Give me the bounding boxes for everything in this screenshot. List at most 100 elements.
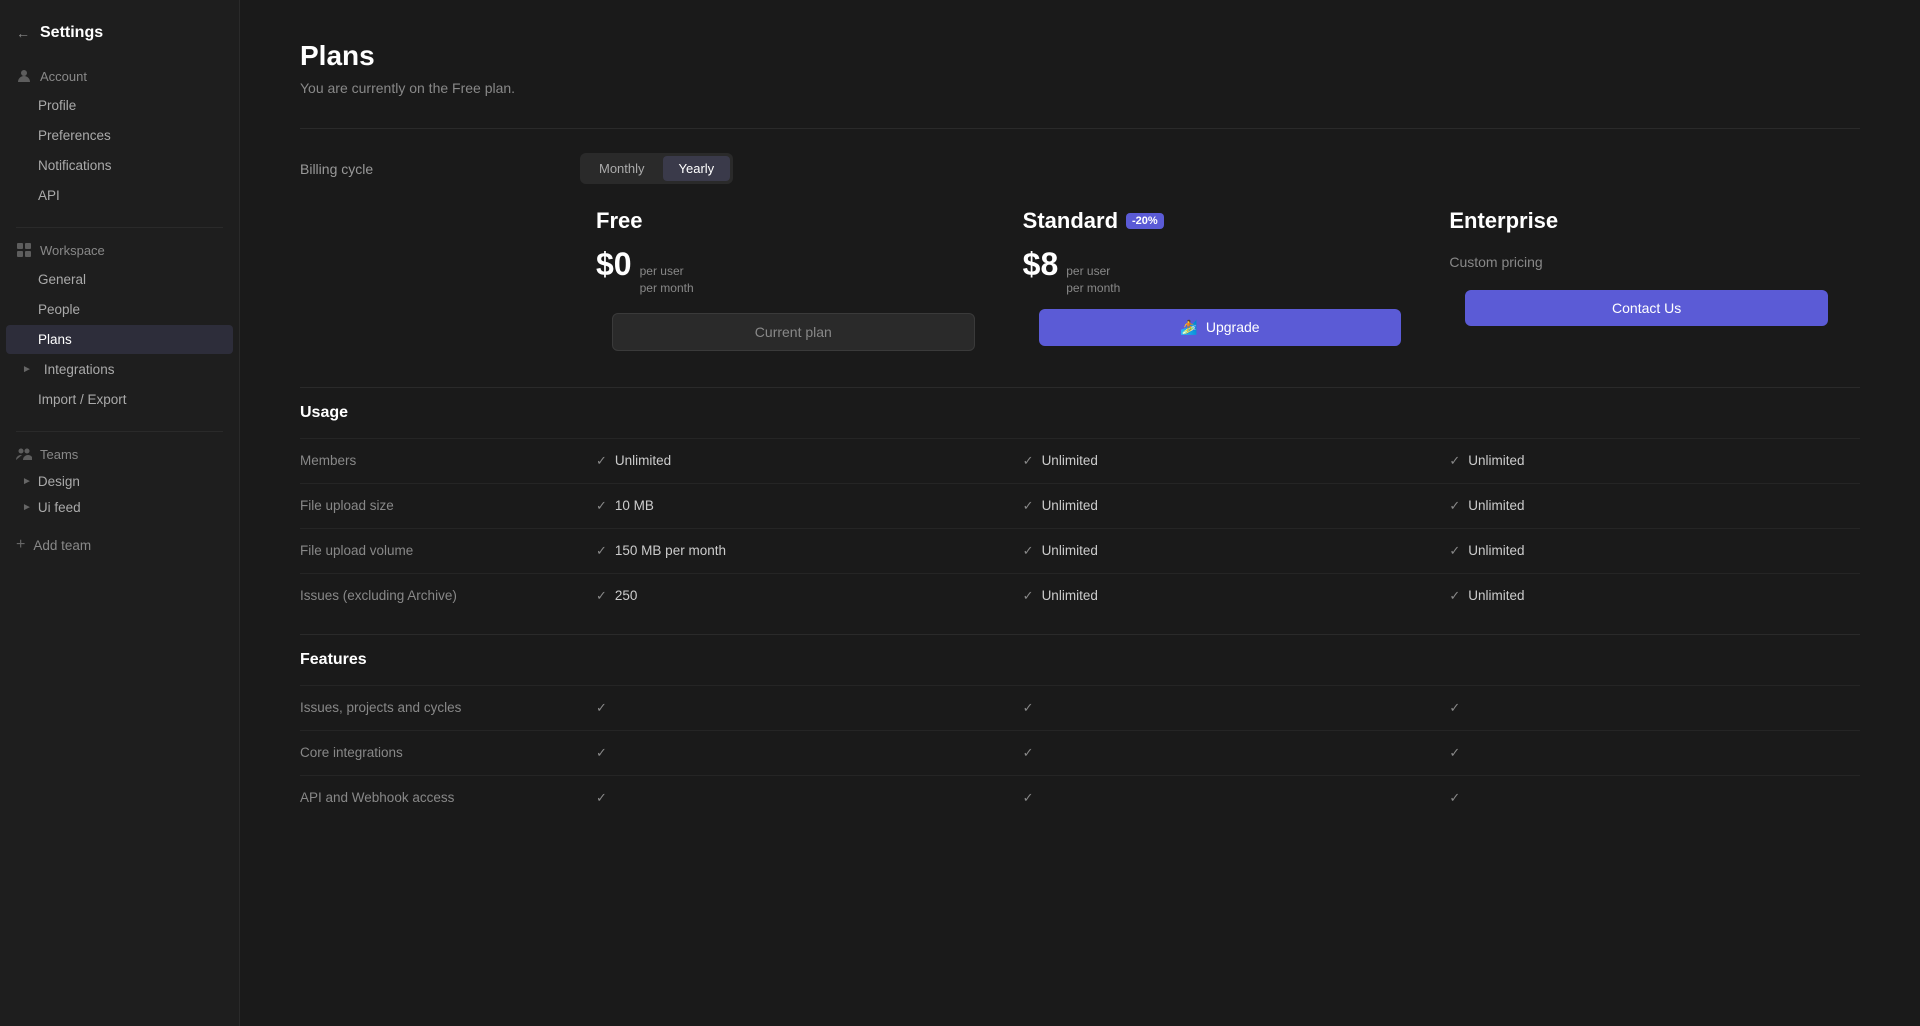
top-divider xyxy=(300,128,1860,129)
check-icon: ✓ xyxy=(1023,588,1034,604)
account-icon xyxy=(16,68,32,84)
file-upload-size-standard: ✓ Unlimited xyxy=(1007,484,1434,528)
sidebar-header: ← Settings xyxy=(0,16,239,62)
design-arrow: ► xyxy=(22,476,32,487)
sidebar-item-ui-feed[interactable]: ► Ui feed xyxy=(6,495,233,520)
teams-section: Teams ► Design ► Ui feed xyxy=(0,440,239,521)
sidebar-item-plans[interactable]: Plans xyxy=(6,325,233,354)
usage-section-header: Usage xyxy=(300,387,1860,438)
issues-projects-standard: ✓ xyxy=(1007,686,1434,730)
workspace-label: Workspace xyxy=(40,243,105,258)
current-plan-button[interactable]: Current plan xyxy=(612,313,975,351)
standard-plan-price: $8 per user per month xyxy=(1023,246,1418,297)
workspace-section-header: Workspace xyxy=(0,236,239,264)
members-enterprise-value: ✓ Unlimited xyxy=(1433,439,1860,483)
notifications-label: Notifications xyxy=(38,158,112,173)
api-webhook-free: ✓ xyxy=(580,776,1007,820)
enterprise-plan-name: Enterprise xyxy=(1449,208,1844,234)
sidebar-item-notifications[interactable]: Notifications xyxy=(6,151,233,180)
check-icon: ✓ xyxy=(596,543,607,559)
page-title: Plans xyxy=(300,40,1860,72)
design-label: Design xyxy=(38,474,80,489)
sidebar-item-general[interactable]: General xyxy=(6,265,233,294)
general-label: General xyxy=(38,272,86,287)
issues-standard: ✓ Unlimited xyxy=(1007,574,1434,618)
members-standard-value: ✓ Unlimited xyxy=(1007,439,1434,483)
custom-pricing: Custom pricing xyxy=(1449,246,1844,270)
upgrade-button[interactable]: 🏄 Upgrade xyxy=(1039,309,1402,346)
feature-row-file-upload-volume: File upload volume ✓ 150 MB per month ✓ … xyxy=(300,528,1860,573)
main-content: Plans You are currently on the Free plan… xyxy=(240,0,1920,1026)
check-icon: ✓ xyxy=(596,745,607,761)
account-section-header: Account xyxy=(0,62,239,90)
sidebar-item-preferences[interactable]: Preferences xyxy=(6,121,233,150)
teams-icon xyxy=(16,446,32,462)
check-icon: ✓ xyxy=(1449,700,1460,716)
features-label: Features xyxy=(300,635,580,685)
api-webhook-standard: ✓ xyxy=(1007,776,1434,820)
sidebar-item-profile[interactable]: Profile xyxy=(6,91,233,120)
issues-projects-free: ✓ xyxy=(580,686,1007,730)
ui-feed-arrow: ► xyxy=(22,502,32,513)
teams-label: Teams xyxy=(40,447,78,462)
contact-us-button[interactable]: Contact Us xyxy=(1465,290,1828,326)
sidebar-item-integrations[interactable]: ► Integrations xyxy=(6,355,233,384)
check-icon: ✓ xyxy=(1023,543,1034,559)
check-icon: ✓ xyxy=(1449,543,1460,559)
add-team-button[interactable]: + Add team xyxy=(0,529,239,561)
feature-name-members: Members xyxy=(300,439,580,482)
file-upload-size-free: ✓ 10 MB xyxy=(580,484,1007,528)
check-icon: ✓ xyxy=(596,700,607,716)
feature-row-issues-projects: Issues, projects and cycles ✓ ✓ ✓ xyxy=(300,685,1860,730)
billing-label: Billing cycle xyxy=(300,161,580,177)
add-team-label: Add team xyxy=(33,538,91,553)
monthly-btn[interactable]: Monthly xyxy=(583,156,661,181)
integrations-label: Integrations xyxy=(44,362,115,377)
usage-label: Usage xyxy=(300,388,580,438)
free-plan-name: Free xyxy=(596,208,991,234)
file-upload-volume-free: ✓ 150 MB per month xyxy=(580,529,1007,573)
check-icon: ✓ xyxy=(596,588,607,604)
feature-name-issues: Issues (excluding Archive) xyxy=(300,574,580,617)
plan-header-enterprise: Enterprise Custom pricing Contact Us xyxy=(1433,208,1860,338)
plan-header-free: Free $0 per user per month Current plan xyxy=(580,208,1007,363)
add-icon: + xyxy=(16,536,25,554)
sidebar-item-api[interactable]: API xyxy=(6,181,233,210)
teams-section-header: Teams xyxy=(0,440,239,468)
plans-label: Plans xyxy=(38,332,72,347)
check-icon: ✓ xyxy=(1449,790,1460,806)
page-subtitle: You are currently on the Free plan. xyxy=(300,80,1860,96)
features-section-header: Features xyxy=(300,634,1860,685)
sidebar-item-people[interactable]: People xyxy=(6,295,233,324)
sidebar-item-design[interactable]: ► Design xyxy=(6,469,233,494)
people-label: People xyxy=(38,302,80,317)
feature-name-issues-projects: Issues, projects and cycles xyxy=(300,686,580,729)
account-label: Account xyxy=(40,69,87,84)
feature-row-core-integrations: Core integrations ✓ ✓ ✓ xyxy=(300,730,1860,775)
free-plan-price: $0 per user per month xyxy=(596,246,991,297)
yearly-btn[interactable]: Yearly xyxy=(663,156,731,181)
feature-row-api-webhook: API and Webhook access ✓ ✓ ✓ xyxy=(300,775,1860,820)
ui-feed-label: Ui feed xyxy=(38,500,81,515)
feature-name-core-integrations: Core integrations xyxy=(300,731,580,774)
sidebar: ← Settings Account Profile Preferences N… xyxy=(0,0,240,1026)
free-price-desc: per user per month xyxy=(640,263,694,297)
check-icon: ✓ xyxy=(1023,745,1034,761)
back-icon[interactable]: ← xyxy=(16,25,30,41)
feature-name-file-upload-volume: File upload volume xyxy=(300,529,580,572)
check-icon: ✓ xyxy=(1023,453,1034,469)
feature-name-file-upload-size: File upload size xyxy=(300,484,580,527)
check-icon: ✓ xyxy=(596,498,607,514)
plan-headers: Free $0 per user per month Current plan … xyxy=(300,208,1860,363)
account-section: Account Profile Preferences Notification… xyxy=(0,62,239,211)
check-icon: ✓ xyxy=(1023,790,1034,806)
upgrade-icon: 🏄 xyxy=(1180,319,1197,336)
file-upload-volume-enterprise: ✓ Unlimited xyxy=(1433,529,1860,573)
feature-row-issues: Issues (excluding Archive) ✓ 250 ✓ Unlim… xyxy=(300,573,1860,618)
file-upload-volume-standard: ✓ Unlimited xyxy=(1007,529,1434,573)
check-icon: ✓ xyxy=(596,790,607,806)
divider-2 xyxy=(16,431,223,432)
check-icon: ✓ xyxy=(1023,700,1034,716)
members-free-value: ✓ Unlimited xyxy=(580,439,1007,483)
sidebar-item-import-export[interactable]: Import / Export xyxy=(6,385,233,414)
